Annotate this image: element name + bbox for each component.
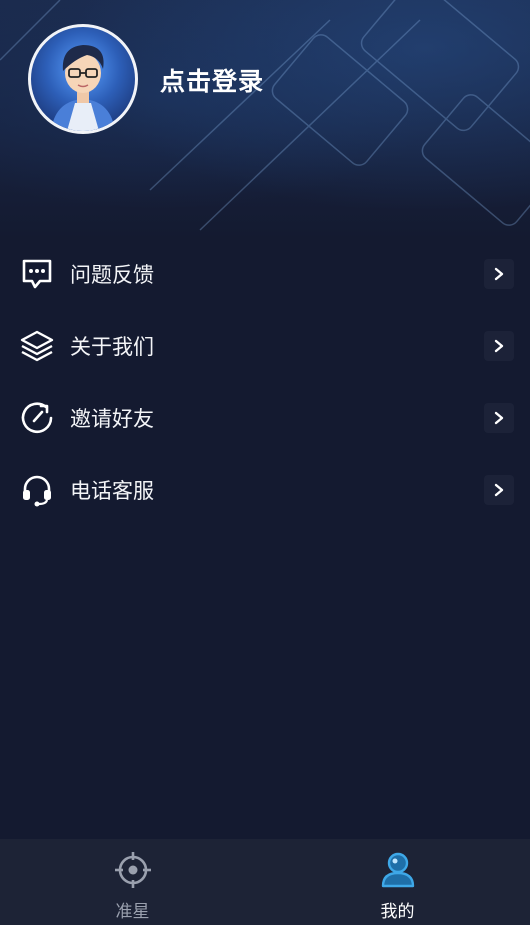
chevron-right-icon <box>484 331 514 361</box>
tab-label: 准星 <box>115 902 150 922</box>
menu-item-label: 关于我们 <box>70 335 154 359</box>
headset-icon <box>23 475 51 507</box>
menu-item-label: 电话客服 <box>70 479 154 503</box>
menu-item-label: 邀请好友 <box>70 407 154 431</box>
user-icon <box>381 852 415 888</box>
menu-item-phone-support[interactable]: 电话客服 <box>0 454 530 526</box>
menu-item-about-us[interactable]: 关于我们 <box>0 310 530 382</box>
tab-mine[interactable]: 我的 <box>265 839 530 925</box>
layers-icon <box>20 330 54 362</box>
login-button[interactable]: 点击登录 <box>160 62 264 98</box>
menu-item-label: 问题反馈 <box>70 263 154 287</box>
tab-label: 我的 <box>380 902 415 922</box>
feedback-chat-icon <box>22 259 52 289</box>
invite-refresh-icon <box>21 402 53 434</box>
profile-header: 点击登录 <box>0 0 530 240</box>
menu-item-invite-friends[interactable]: 邀请好友 <box>0 382 530 454</box>
chevron-right-icon <box>484 259 514 289</box>
avatar[interactable] <box>28 24 138 134</box>
avatar-character-icon <box>51 45 115 131</box>
bottom-tab-bar: 准星 我的 <box>0 839 530 925</box>
crosshair-icon <box>115 852 151 888</box>
tab-crosshair[interactable]: 准星 <box>0 839 265 925</box>
settings-menu: 问题反馈 关于我们 邀请好友 电话客服 <box>0 238 530 526</box>
menu-item-feedback[interactable]: 问题反馈 <box>0 238 530 310</box>
chevron-right-icon <box>484 475 514 505</box>
chevron-right-icon <box>484 403 514 433</box>
